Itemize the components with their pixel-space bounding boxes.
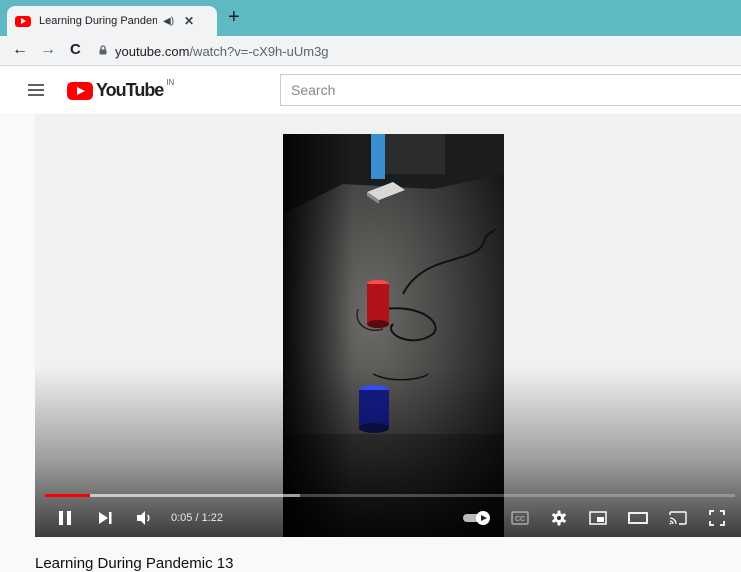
- address-bar: ← → C youtube.com/watch?v=-cX9h-uUm3g: [0, 36, 741, 66]
- autoplay-toggle-icon: [463, 511, 490, 525]
- next-icon: [99, 512, 112, 524]
- progress-played: [45, 494, 90, 497]
- reload-button[interactable]: C: [70, 41, 81, 59]
- fullscreen-button[interactable]: [707, 508, 727, 528]
- progress-bar[interactable]: [45, 494, 735, 497]
- cast-icon: [669, 511, 687, 525]
- youtube-favicon-icon: [15, 15, 31, 27]
- svg-text:CC: CC: [515, 516, 525, 523]
- pause-icon: [59, 511, 71, 525]
- url-host: youtube.com: [115, 44, 190, 59]
- url-path: /watch?v=-cX9h-uUm3g: [189, 44, 329, 59]
- captions-icon: CC: [511, 511, 529, 525]
- new-tab-button[interactable]: +: [228, 7, 240, 27]
- menu-icon[interactable]: [28, 84, 44, 96]
- theater-mode-button[interactable]: [626, 508, 650, 528]
- miniplayer-button[interactable]: [587, 508, 609, 528]
- fullscreen-icon: [709, 510, 725, 526]
- logo-text: YouTube: [96, 80, 164, 100]
- tab-title: Learning During Pandemic 1: [39, 15, 157, 27]
- time-display: 0:05 / 1:22: [171, 512, 223, 524]
- volume-icon: [137, 511, 150, 525]
- pause-button[interactable]: [55, 508, 75, 528]
- tab-strip: Learning During Pandemic 1 ◀︎) ✕ +: [0, 0, 741, 36]
- captions-button[interactable]: CC: [509, 508, 531, 528]
- settings-button[interactable]: [548, 508, 570, 528]
- miniplayer-icon: [589, 511, 607, 525]
- player-controls: 0:05 / 1:22 CC: [35, 502, 741, 534]
- lock-icon[interactable]: [98, 45, 108, 55]
- video-player[interactable]: 0:05 / 1:22 CC: [35, 114, 741, 537]
- next-button[interactable]: [95, 508, 115, 528]
- back-button[interactable]: ←: [12, 41, 28, 59]
- tab-close-icon[interactable]: ✕: [184, 14, 194, 28]
- tab-audio-icon[interactable]: ◀︎): [163, 16, 174, 27]
- volume-button[interactable]: [134, 508, 156, 528]
- browser-tab[interactable]: Learning During Pandemic 1 ◀︎) ✕: [7, 6, 217, 36]
- youtube-logo[interactable]: YouTube IN: [67, 78, 175, 101]
- theater-icon: [628, 512, 648, 524]
- settings-icon: [552, 510, 566, 526]
- search-input[interactable]: [281, 75, 741, 105]
- video-title: Learning During Pandemic 13: [35, 555, 234, 572]
- autoplay-toggle[interactable]: [461, 508, 493, 528]
- youtube-play-logo-icon: [67, 81, 93, 100]
- youtube-header: YouTube IN: [0, 67, 741, 113]
- url-field[interactable]: youtube.com/watch?v=-cX9h-uUm3g: [115, 44, 329, 59]
- region-code: IN: [166, 78, 175, 87]
- forward-button[interactable]: →: [40, 41, 56, 59]
- cast-button[interactable]: [667, 508, 689, 528]
- search-box: [280, 74, 741, 106]
